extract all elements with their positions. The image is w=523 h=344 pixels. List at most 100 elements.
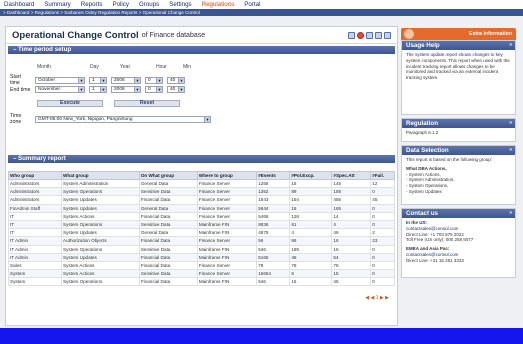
refresh-icon[interactable]: [384, 32, 391, 39]
table-cell: 89: [289, 187, 333, 197]
chevron-down-icon[interactable]: ▼: [134, 77, 140, 83]
table-cell: System Actions: [61, 269, 140, 279]
end-year-value: 2006: [114, 87, 125, 92]
nav-summary[interactable]: Summary: [44, 0, 70, 9]
summary-section-header[interactable]: – Summary report: [8, 155, 395, 163]
start-day-select[interactable]: 1 ▼: [89, 76, 107, 84]
reset-button[interactable]: Reset: [114, 100, 180, 107]
table-row[interactable]: Administrators System Updates Financial Da…: [7, 195, 395, 205]
export-icon[interactable]: [366, 32, 373, 39]
time-section-header[interactable]: – Time period setup: [8, 46, 395, 54]
table-cell: Sensitive Data: [138, 219, 198, 230]
page-subtitle: of Finance database: [141, 31, 206, 39]
pagination[interactable]: ◀ ◀ 1 ▶ ▶: [365, 295, 389, 301]
table-cell: Finance Server: [196, 260, 258, 271]
table-row[interactable]: IT Admin Authorization Objects Financial D…: [7, 236, 395, 246]
contact-header[interactable]: Contact us »: [402, 209, 515, 218]
nav-policy[interactable]: Policy: [112, 0, 129, 9]
table-cell: System Actions: [61, 211, 140, 221]
table-row[interactable]: Administrators System Operations Sensitive…: [7, 187, 395, 197]
nav-settings[interactable]: Settings: [169, 0, 191, 9]
chevron-down-icon[interactable]: ▼: [100, 77, 106, 83]
table-cell: Finance Server: [196, 236, 258, 246]
table-cell: 0: [370, 277, 395, 287]
table-cell: 2: [370, 228, 395, 238]
nav-regulations[interactable]: Regulations: [202, 0, 235, 9]
table-row[interactable]: IT System Actions Financial Data Finance Se…: [7, 211, 395, 221]
table-row[interactable]: Administrators System Administration Gener…: [7, 178, 395, 189]
print-icon[interactable]: [348, 32, 355, 39]
data-selection-header[interactable]: Data Selection »: [402, 146, 515, 155]
table-cell: 16: [289, 203, 333, 213]
chevron-down-icon[interactable]: ▼: [178, 77, 184, 83]
end-month-select[interactable]: November ▼: [35, 86, 85, 93]
table-cell: 45: [331, 277, 372, 287]
column-header[interactable]: Who group: [7, 171, 63, 180]
table-cell: 15: [289, 277, 333, 287]
usage-help-title: Usage Help: [406, 42, 440, 49]
table-row[interactable]: System System Operations Financial Data Mai…: [7, 277, 395, 287]
end-day-select[interactable]: 1 ▼: [89, 86, 107, 93]
contact-emea-direct: Direct Line: +31 15 251 3333: [406, 257, 464, 263]
chevron-down-icon[interactable]: ▼: [204, 116, 210, 122]
table-cell: Financial Data: [138, 277, 198, 287]
page-body: Operational Change Control of Finance da…: [0, 16, 523, 328]
nav-portal[interactable]: Portal: [244, 0, 260, 9]
chevron-down-icon[interactable]: ▼: [100, 87, 106, 92]
table-row[interactable]: IT System Updates General Data Mainframe FI…: [7, 228, 395, 238]
email-icon[interactable]: [375, 32, 382, 39]
nav-groups[interactable]: Groups: [139, 0, 159, 9]
end-month-value: November: [38, 87, 61, 92]
start-time-label: Start time: [10, 74, 21, 86]
chevron-right-icon[interactable]: »: [509, 209, 512, 218]
table-cell: Finance Server: [196, 178, 258, 189]
col-month: Month: [37, 64, 51, 70]
chevron-right-icon[interactable]: »: [509, 119, 512, 128]
chevron-down-icon[interactable]: ▼: [156, 87, 162, 92]
column-header[interactable]: On What group: [138, 171, 198, 180]
start-min-select[interactable]: 40 ▼: [167, 76, 185, 84]
table-row[interactable]: IT System Operations Sensitive Data Mainfra…: [7, 219, 395, 230]
start-month-select[interactable]: October ▼: [35, 76, 85, 84]
pdf-icon[interactable]: [357, 32, 364, 39]
chevron-right-icon[interactable]: »: [509, 41, 512, 50]
regulation-header[interactable]: Regulation »: [402, 119, 515, 128]
chevron-down-icon[interactable]: ▼: [178, 87, 184, 92]
table-cell: 0: [370, 252, 395, 262]
nav-reports[interactable]: Reports: [81, 0, 103, 9]
table-row[interactable]: IT Admin System Operations Sensitive Data M…: [7, 244, 395, 254]
table-row[interactable]: Sales System Actions Financial Data Finance…: [7, 260, 395, 271]
chevron-down-icon[interactable]: ▼: [78, 77, 84, 83]
table-cell: IT: [7, 219, 63, 230]
table-cell: 45: [370, 195, 395, 205]
end-min-select[interactable]: 40 ▼: [167, 86, 185, 93]
column-header[interactable]: #Pol.Excp.: [289, 171, 333, 180]
timezone-select[interactable]: GMT-05:00 New_York, Nipigon, Pangnirtung…: [35, 115, 211, 123]
column-header[interactable]: Where to group: [196, 171, 258, 180]
column-header[interactable]: #Spec.Att: [331, 171, 372, 180]
breadcrumb-text[interactable]: > Dashboard > Regulations > Sarbanes Oxl…: [3, 10, 200, 15]
breadcrumb[interactable]: > Dashboard > Regulations > Sarbanes Oxl…: [0, 9, 523, 16]
chevron-down-icon[interactable]: ▼: [78, 87, 84, 92]
start-hour-select[interactable]: 0 ▼: [145, 76, 163, 84]
table-row[interactable]: FinAdmin Staff System Updates General Data…: [7, 203, 395, 213]
end-time-row: End time November ▼ 1 ▼ 2006 ▼ 0 ▼ 40 ▼: [10, 86, 185, 93]
usage-help-header[interactable]: Usage Help »: [402, 41, 515, 50]
chevron-down-icon[interactable]: ▼: [156, 77, 162, 83]
chevron-right-icon[interactable]: »: [509, 146, 512, 155]
execute-button[interactable]: Execute: [37, 100, 103, 107]
table-row[interactable]: IT Admin System Updates Financial Data Main…: [7, 252, 395, 262]
nav-dashboard[interactable]: Dashboard: [4, 0, 34, 9]
end-hour-select[interactable]: 0 ▼: [145, 86, 163, 93]
start-year-select[interactable]: 2006 ▼: [111, 76, 141, 84]
column-header[interactable]: What group: [61, 171, 140, 180]
table-row[interactable]: System System Actions Sensitive Data Financ…: [7, 269, 395, 279]
timezone-value: GMT-05:00 New_York, Nipigon, Pangnirtung: [38, 116, 133, 122]
chevron-down-icon[interactable]: ▼: [134, 87, 140, 92]
table-cell: Administrators: [7, 195, 63, 205]
table-cell: Finance Server: [196, 195, 258, 205]
column-header[interactable]: #Fail.: [370, 171, 395, 180]
column-header[interactable]: #Events: [256, 171, 291, 180]
table-cell: Authorization Objects: [61, 236, 140, 246]
end-year-select[interactable]: 2006 ▼: [111, 86, 141, 93]
